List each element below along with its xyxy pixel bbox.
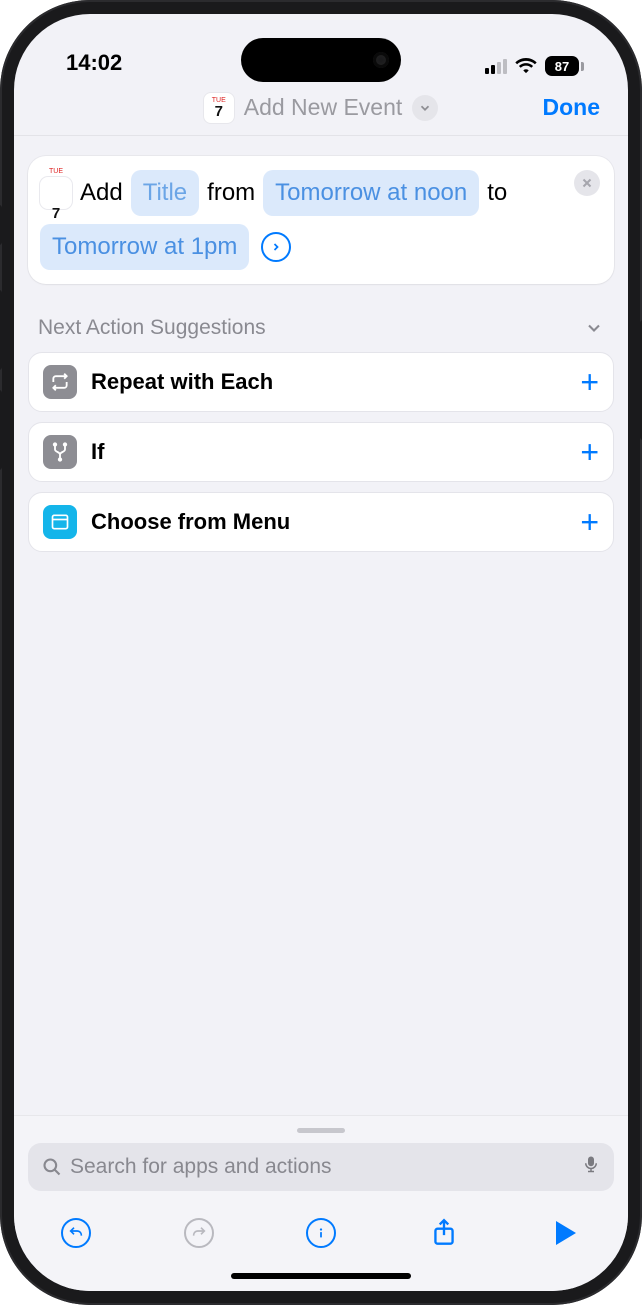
nav-bar: TUE7 Add New Event Done xyxy=(14,80,628,136)
suggestion-repeat-with-each[interactable]: Repeat with Each + xyxy=(28,352,614,412)
undo-button[interactable] xyxy=(56,1213,96,1253)
toolbar xyxy=(28,1191,614,1263)
suggestion-if[interactable]: If + xyxy=(28,422,614,482)
suggestion-label: If xyxy=(91,439,566,465)
branch-icon xyxy=(43,435,77,469)
suggestion-label: Choose from Menu xyxy=(91,509,566,535)
calendar-action-icon: TUE7 xyxy=(40,177,72,209)
event-title-param[interactable]: Title xyxy=(131,170,199,216)
share-button[interactable] xyxy=(424,1213,464,1253)
done-button[interactable]: Done xyxy=(543,94,601,121)
info-button[interactable] xyxy=(301,1213,341,1253)
action-word-add: Add xyxy=(80,172,123,214)
add-suggestion-button[interactable]: + xyxy=(580,366,599,398)
redo-button xyxy=(179,1213,219,1253)
calendar-app-icon: TUE7 xyxy=(204,93,234,123)
suggestion-choose-from-menu[interactable]: Choose from Menu + xyxy=(28,492,614,552)
action-word-to: to xyxy=(487,172,507,214)
cellular-icon xyxy=(485,58,507,74)
battery-icon: 87 xyxy=(545,56,584,76)
event-end-param[interactable]: Tomorrow at 1pm xyxy=(40,224,249,270)
run-button[interactable] xyxy=(546,1213,586,1253)
search-placeholder: Search for apps and actions xyxy=(70,1155,332,1179)
dictate-button[interactable] xyxy=(582,1153,600,1181)
menu-icon xyxy=(43,505,77,539)
wifi-icon xyxy=(515,58,537,74)
add-suggestion-button[interactable]: + xyxy=(580,436,599,468)
add-event-action-card[interactable]: TUE7 Add Title from Tomorrow at noon to … xyxy=(28,156,614,284)
event-start-param[interactable]: Tomorrow at noon xyxy=(263,170,479,216)
suggestion-label: Repeat with Each xyxy=(91,369,566,395)
title-menu-button[interactable] xyxy=(412,95,438,121)
chevron-down-icon xyxy=(584,318,604,338)
repeat-icon xyxy=(43,365,77,399)
status-time: 14:02 xyxy=(66,50,122,76)
home-indicator[interactable] xyxy=(231,1273,411,1279)
suggestions-title: Next Action Suggestions xyxy=(38,316,266,340)
add-suggestion-button[interactable]: + xyxy=(580,506,599,538)
bottom-panel: Search for apps and actions xyxy=(14,1115,628,1291)
search-field[interactable]: Search for apps and actions xyxy=(28,1143,614,1191)
dynamic-island xyxy=(241,38,401,82)
delete-action-button[interactable] xyxy=(574,170,600,196)
suggestions-header[interactable]: Next Action Suggestions xyxy=(28,284,614,352)
search-icon xyxy=(42,1157,62,1177)
action-word-from: from xyxy=(207,172,255,214)
expand-action-button[interactable] xyxy=(261,232,291,262)
shortcut-title[interactable]: Add New Event xyxy=(244,94,403,121)
grabber-handle[interactable] xyxy=(297,1128,345,1133)
